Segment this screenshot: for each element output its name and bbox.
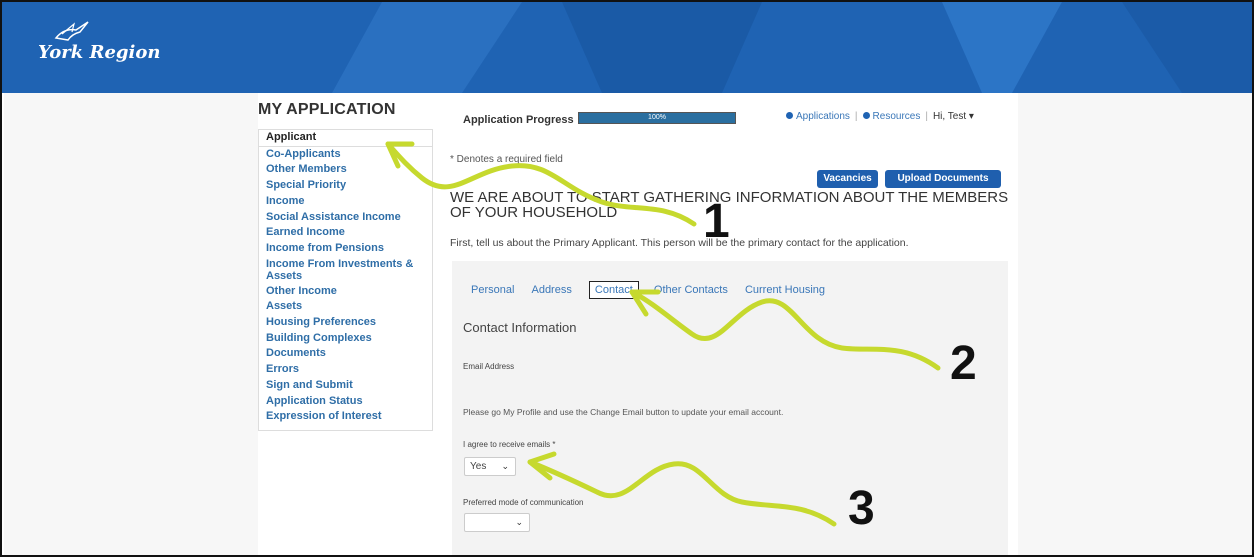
sidebar-item-co-applicants[interactable]: Co-Applicants xyxy=(259,147,432,163)
sidebar-item-expression-of-interest[interactable]: Expression of Interest xyxy=(259,409,432,425)
application-sidebar: Applicant Co-Applicants Other Members Sp… xyxy=(258,129,433,431)
agree-emails-value: Yes xyxy=(470,461,487,472)
york-region-logo[interactable]: York Region xyxy=(38,20,161,70)
annotation-number-1: 1 xyxy=(703,195,730,248)
agree-emails-label: I agree to receive emails * xyxy=(463,440,556,449)
applications-dot-icon xyxy=(786,112,793,119)
sidebar-item-errors[interactable]: Errors xyxy=(259,362,432,378)
sidebar-title: MY APPLICATION xyxy=(258,101,396,118)
sidebar-item-application-status[interactable]: Application Status xyxy=(259,394,432,410)
sidebar-item-housing-preferences[interactable]: Housing Preferences xyxy=(259,315,432,331)
tab-personal[interactable]: Personal xyxy=(471,284,514,296)
sidebar-item-income-from-investments[interactable]: Income From Investments & Assets xyxy=(259,257,432,284)
progress-label: Application Progress xyxy=(463,114,574,126)
sidebar-item-documents[interactable]: Documents xyxy=(259,346,432,362)
logo-text: York Region xyxy=(38,42,161,63)
resources-link[interactable]: Resources xyxy=(873,111,921,122)
applications-link[interactable]: Applications xyxy=(796,111,850,122)
sidebar-item-other-members[interactable]: Other Members xyxy=(259,162,432,178)
email-address-label: Email Address xyxy=(463,362,515,371)
top-nav: Applications | Resources | Hi, Test ▾ xyxy=(786,111,974,122)
required-field-note: * Denotes a required field xyxy=(450,154,563,165)
progress-bar: 100% xyxy=(578,112,736,124)
sidebar-item-assets[interactable]: Assets xyxy=(259,299,432,315)
chevron-down-icon: ⌄ xyxy=(501,461,509,471)
chevron-down-icon: ⌄ xyxy=(515,517,523,527)
intro-text: First, tell us about the Primary Applica… xyxy=(450,237,909,249)
sidebar-item-building-complexes[interactable]: Building Complexes xyxy=(259,331,432,347)
bird-logo-icon xyxy=(54,21,89,41)
resources-dot-icon xyxy=(862,112,870,119)
banner-shapes xyxy=(332,2,1252,93)
sidebar-item-sign-and-submit[interactable]: Sign and Submit xyxy=(259,378,432,394)
user-greeting: Hi, Test xyxy=(932,111,967,122)
tab-current-housing[interactable]: Current Housing xyxy=(745,284,825,296)
sidebar-item-earned-income[interactable]: Earned Income xyxy=(259,225,432,241)
form-tabs: Personal Address Contact Other Contacts … xyxy=(471,281,839,299)
sidebar-item-social-assistance-income[interactable]: Social Assistance Income xyxy=(259,210,432,226)
agree-emails-select[interactable]: Yes ⌄ xyxy=(464,457,516,476)
tab-other-contacts[interactable]: Other Contacts xyxy=(654,284,728,296)
screenshot-frame: York Region MY APPLICATION Applicant Co-… xyxy=(0,0,1254,557)
nav-divider: | xyxy=(925,111,928,122)
email-help-text: Please go My Profile and use the Change … xyxy=(463,407,784,417)
tab-contact[interactable]: Contact xyxy=(588,281,639,299)
sidebar-item-income-from-pensions[interactable]: Income from Pensions xyxy=(259,241,432,257)
sidebar-item-other-income[interactable]: Other Income xyxy=(259,284,432,300)
tab-address[interactable]: Address xyxy=(531,284,571,296)
caret-down-icon: ▾ xyxy=(968,111,974,122)
user-menu[interactable]: Hi, Test ▾ xyxy=(933,111,974,122)
annotation-number-3: 3 xyxy=(848,482,875,535)
header-banner: York Region xyxy=(2,2,1252,93)
upload-documents-button[interactable]: Upload Documents xyxy=(885,170,1001,188)
sidebar-item-applicant[interactable]: Applicant xyxy=(259,130,432,147)
nav-divider: | xyxy=(854,111,858,122)
vacancies-button[interactable]: Vacancies xyxy=(817,170,878,188)
sidebar-item-special-priority[interactable]: Special Priority xyxy=(259,178,432,194)
preferred-mode-label: Preferred mode of communication xyxy=(463,498,584,507)
annotation-number-2: 2 xyxy=(950,337,977,390)
preferred-mode-select[interactable]: ⌄ xyxy=(464,513,530,532)
sidebar-item-income[interactable]: Income xyxy=(259,194,432,210)
progress-percent: 100% xyxy=(648,114,666,121)
page-heading: WE ARE ABOUT TO START GATHERING INFORMAT… xyxy=(450,189,1009,221)
contact-information-title: Contact Information xyxy=(463,320,577,335)
